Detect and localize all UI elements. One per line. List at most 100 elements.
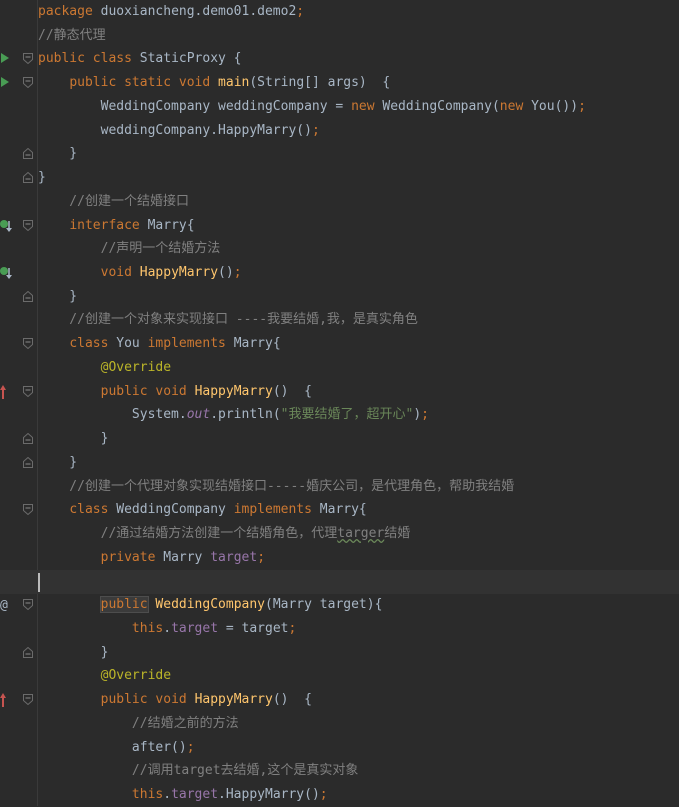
code-line[interactable]: @Override — [0, 664, 679, 688]
code-token: WeddingCompany weddingCompany = — [38, 99, 352, 114]
code-token: StaticProxy { — [131, 51, 242, 66]
fold-collapse-icon[interactable] — [23, 457, 33, 468]
code-token: WeddingCompany — [108, 502, 234, 517]
code-token: () { — [272, 384, 312, 399]
code-token: class — [69, 336, 109, 351]
code-token: //静态代理 — [38, 28, 106, 43]
code-token: public — [99, 596, 149, 613]
code-token: //结婚之前的方法 — [38, 716, 239, 731]
code-line[interactable]: //结婚之前的方法 — [0, 712, 679, 736]
code-line[interactable]: class You implements Marry{ — [0, 332, 679, 356]
code-token: duoxiancheng.demo01.demo2 — [92, 4, 297, 19]
code-line[interactable]: void HappyMarry(); — [0, 261, 679, 285]
code-line[interactable]: weddingCompany.HappyMarry(); — [0, 119, 679, 143]
code-line[interactable]: @Override — [0, 356, 679, 380]
fold-expand-icon[interactable] — [23, 599, 33, 610]
code-line[interactable]: //创建一个代理对象实现结婚接口-----婚庆公司，是代理角色，帮助我结婚 — [0, 475, 679, 499]
fold-expand-icon[interactable] — [23, 53, 33, 64]
code-token: Marry{ — [225, 336, 281, 351]
run-gutter-icon[interactable] — [0, 76, 14, 90]
fold-expand-icon[interactable] — [23, 77, 33, 88]
code-line-text: public static void main(String[] args) { — [38, 71, 390, 95]
code-line[interactable]: System.out.println("我要结婚了，超开心"); — [0, 403, 679, 427]
fold-collapse-icon[interactable] — [23, 148, 33, 159]
code-line[interactable]: public static void main(String[] args) { — [0, 71, 679, 95]
fold-expand-icon[interactable] — [23, 386, 33, 397]
overrides-gutter-icon[interactable] — [0, 693, 14, 707]
code-token: out — [186, 407, 211, 422]
code-token: void — [155, 692, 187, 707]
code-line[interactable]: interface Marry{ — [0, 214, 679, 238]
code-token: } — [38, 645, 109, 660]
code-token: after() — [38, 740, 187, 755]
code-line[interactable]: public void HappyMarry() { — [0, 380, 679, 404]
code-line[interactable]: //调用target去结婚,这个是真实对象 — [0, 759, 679, 783]
fold-expand-icon[interactable] — [23, 338, 33, 349]
fold-collapse-icon[interactable] — [23, 433, 33, 444]
code-line[interactable]: public class StaticProxy { — [0, 47, 679, 71]
code-line[interactable]: //静态代理 — [0, 24, 679, 48]
code-token: targer — [337, 526, 385, 541]
code-line[interactable]: package duoxiancheng.demo01.demo2; — [0, 0, 679, 24]
code-editor[interactable]: package duoxiancheng.demo01.demo2; //静态代理… — [0, 0, 679, 806]
code-line[interactable]: //创建一个结婚接口 — [0, 190, 679, 214]
code-token: . — [163, 621, 172, 636]
code-token: //创建一个对象来实现接口 ----我要结婚,我，是真实角色 — [38, 312, 418, 327]
code-token: this — [131, 787, 164, 802]
code-line[interactable]: } — [0, 142, 679, 166]
code-line[interactable]: //创建一个对象来实现接口 ----我要结婚,我，是真实角色 — [0, 308, 679, 332]
svg-text:@: @ — [0, 598, 8, 612]
code-line[interactable]: } — [0, 451, 679, 475]
code-token: public — [69, 75, 117, 90]
implemented-gutter-icon[interactable] — [0, 266, 14, 280]
at-sign-gutter-icon[interactable]: @ — [0, 598, 14, 612]
code-line[interactable]: class WeddingCompany implements Marry{ — [0, 498, 679, 522]
code-line-text: } — [38, 427, 109, 451]
code-token: HappyMarry — [139, 265, 219, 280]
code-line-text: public void HappyMarry() { — [38, 688, 312, 712]
code-token: Marry{ — [139, 218, 195, 233]
code-line-text: public void HappyMarry() { — [38, 380, 312, 404]
code-token: new — [351, 99, 375, 114]
fold-expand-icon[interactable] — [23, 694, 33, 705]
code-line[interactable]: this.target = target; — [0, 617, 679, 641]
code-line[interactable]: public void HappyMarry() { — [0, 688, 679, 712]
code-line[interactable]: this.target.HappyMarry(); — [0, 783, 679, 807]
code-line[interactable]: } — [0, 427, 679, 451]
code-line[interactable]: //通过结婚方法创建一个结婚角色，代理targer结婚 — [0, 522, 679, 546]
code-line[interactable]: } — [0, 641, 679, 665]
code-line-text: //创建一个对象来实现接口 ----我要结婚,我，是真实角色 — [38, 308, 418, 332]
fold-collapse-icon[interactable] — [23, 291, 33, 302]
code-line[interactable]: after(); — [0, 736, 679, 760]
fold-expand-icon[interactable] — [23, 220, 33, 231]
fold-expand-icon[interactable] — [23, 504, 33, 515]
code-line-text: void HappyMarry(); — [38, 261, 242, 285]
code-line[interactable]: } — [0, 285, 679, 309]
implemented-gutter-icon[interactable] — [0, 219, 14, 233]
code-line[interactable] — [0, 570, 679, 594]
code-token: interface — [69, 218, 140, 233]
code-token: implements — [233, 502, 312, 517]
code-token: (String[] args) { — [249, 75, 391, 90]
fold-collapse-icon[interactable] — [23, 172, 33, 183]
code-token: WeddingCompany( — [374, 99, 500, 114]
code-token: HappyMarry — [194, 384, 273, 399]
code-token: () { — [272, 692, 312, 707]
code-line[interactable]: WeddingCompany weddingCompany = new Wedd… — [0, 95, 679, 119]
code-line[interactable]: } — [0, 166, 679, 190]
code-token: //创建一个结婚接口 — [38, 194, 189, 209]
code-line[interactable]: public WeddingCompany(Marry target){ — [0, 593, 679, 617]
code-token: static — [124, 75, 172, 90]
code-token: } — [38, 455, 78, 470]
run-gutter-icon[interactable] — [0, 52, 14, 66]
overrides-gutter-icon[interactable] — [0, 385, 14, 399]
fold-collapse-icon[interactable] — [23, 647, 33, 658]
code-token: } — [38, 431, 109, 446]
code-line[interactable]: private Marry target; — [0, 546, 679, 570]
code-line-text: class You implements Marry{ — [38, 332, 281, 356]
code-line[interactable]: //声明一个结婚方法 — [0, 237, 679, 261]
code-token: "我要结婚了，超开心" — [280, 407, 414, 422]
